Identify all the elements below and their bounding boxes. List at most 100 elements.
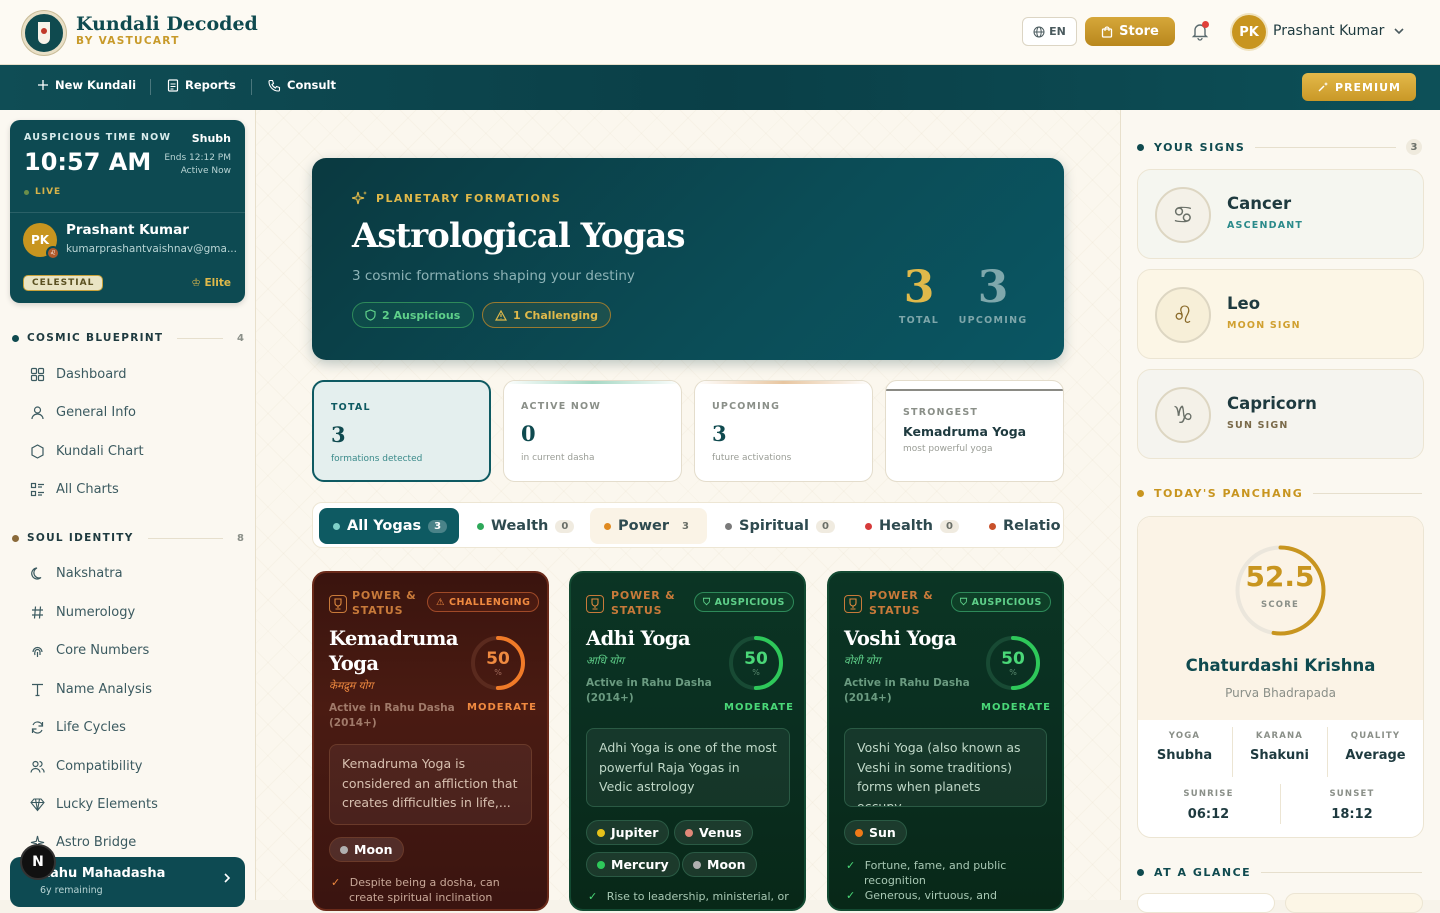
tab-relationship[interactable]: Relatio (975, 508, 1060, 544)
n-badge[interactable]: N (20, 844, 56, 880)
sidebar-item-lucky-elements[interactable]: Lucky Elements (30, 797, 158, 812)
grid-icon (30, 367, 45, 382)
store-button[interactable]: Store (1085, 17, 1175, 46)
auspicious-pill-label: 2 Auspicious (382, 308, 461, 322)
notifications-button[interactable] (1189, 20, 1211, 42)
phone-icon (268, 79, 281, 92)
yoga-value: Shubha (1156, 748, 1213, 763)
yoga-benefit: ✓ Generous, virtuous, and (846, 888, 1036, 903)
yoga-hindi-name: केमद्रुम योग (329, 680, 374, 692)
stat-label: TOTAL (331, 402, 371, 413)
profile-name: Prashant Kumar (66, 222, 189, 238)
tab-spiritual[interactable]: Spiritual 0 (711, 508, 847, 544)
warning-icon: ⚠ (436, 596, 446, 608)
logo[interactable] (22, 11, 66, 55)
premium-button[interactable]: PREMIUM (1302, 73, 1416, 101)
planet-dot (693, 860, 701, 869)
sidebar-item-label: Dashboard (56, 367, 127, 382)
goat-icon: ♑ (1155, 387, 1211, 443)
chevron-right-icon[interactable] (222, 872, 232, 888)
tab-health[interactable]: Health 0 (851, 508, 971, 544)
stat-card-total[interactable]: TOTAL 3 formations detected (312, 380, 491, 482)
yoga-active-line: (2014+) (329, 717, 377, 729)
user-avatar[interactable]: PK (1232, 15, 1266, 49)
yoga-benefit: ✓ Despite being a dosha, can create spiri… (331, 875, 500, 905)
planet-name: Moon (354, 842, 393, 857)
score-percent: % (752, 668, 760, 677)
chevron-down-icon[interactable] (1393, 25, 1405, 40)
planet-chip: Sun (844, 820, 907, 845)
stat-card-upcoming[interactable]: UPCOMING 3 future activations (694, 380, 873, 482)
section-soul-identity: SOUL IDENTITY 8 (12, 532, 244, 544)
challenging-pill-label: 1 Challenging (513, 308, 598, 322)
karana-value: Shakuni (1249, 748, 1309, 763)
glance-card[interactable] (1285, 893, 1423, 913)
profile-initials: PK (30, 233, 50, 247)
tab-dot (865, 522, 872, 530)
list-grid-icon (30, 482, 44, 497)
sidebar-item-compatibility[interactable]: Compatibility (30, 759, 143, 774)
sidebar-item-label: All Charts (56, 482, 119, 497)
badge-label: AUSPICIOUS (971, 596, 1042, 608)
check-icon: ✓ (588, 890, 601, 903)
sidebar-item-life-cycles[interactable]: Life Cycles (30, 720, 126, 735)
sign-card-ascendant[interactable]: ♋ Cancer ASCENDANT (1137, 169, 1424, 259)
sidebar-item-label: Kundali Chart (56, 444, 144, 459)
hero-eyebrow-label: PLANETARY FORMATIONS (376, 191, 562, 205)
tab-label: All Yogas (347, 518, 422, 534)
page-subtitle: 3 cosmic formations shaping your destiny (352, 268, 635, 284)
tab-dot (604, 522, 611, 530)
trophy-icon (329, 595, 347, 613)
sidebar-item-label: Compatibility (56, 759, 143, 774)
tab-wealth[interactable]: Wealth 0 (463, 508, 586, 544)
sidebar-item-kundali-chart[interactable]: Kundali Chart (30, 444, 144, 459)
stat-card-active[interactable]: ACTIVE NOW 0 in current dasha (503, 380, 682, 482)
glance-card[interactable] (1137, 893, 1275, 913)
yoga-category: POWER & STATUS (352, 588, 417, 618)
stat-accent (695, 381, 872, 384)
brand-name[interactable]: Kundali Decoded (76, 13, 258, 35)
sidebar-item-name-analysis[interactable]: Name Analysis (30, 682, 152, 697)
tab-all-yogas[interactable]: All Yogas 3 (319, 508, 460, 544)
sidebar-item-general-info[interactable]: General Info (30, 405, 136, 420)
section-title: SOUL IDENTITY (27, 532, 134, 544)
moon-icon (31, 567, 42, 580)
stat-value: 0 (521, 421, 536, 446)
profile-avatar[interactable]: PK ♌ (23, 223, 60, 260)
sidebar-item-label: Nakshatra (56, 566, 123, 581)
sidebar-item-all-charts[interactable]: All Charts (30, 482, 119, 497)
section-count: 3 (1406, 139, 1422, 155)
profile-email: kumarprashantvaishnav@gma... (66, 243, 237, 255)
section-line (177, 337, 224, 339)
live-dot (24, 189, 29, 195)
yoga-hindi-name: वोशी योग (844, 655, 881, 667)
language-button[interactable]: EN (1022, 17, 1077, 46)
warning-icon (495, 309, 507, 321)
sidebar-item-dashboard[interactable]: Dashboard (30, 367, 127, 382)
tab-dot (725, 522, 732, 530)
tab-power[interactable]: Power 3 (590, 508, 707, 544)
stat-card-strongest[interactable]: STRONGEST Kemadruma Yoga most powerful y… (885, 380, 1064, 482)
muhurta-name: Shubh (191, 132, 231, 145)
nav-new-kundali[interactable]: New Kundali (37, 78, 136, 92)
user-name[interactable]: Prashant Kumar (1273, 23, 1384, 39)
section-title: TODAY'S PANCHANG (1154, 487, 1304, 500)
section-dot (1137, 869, 1144, 876)
elite-link[interactable]: ♔ Elite (191, 277, 231, 289)
sidebar-item-nakshatra[interactable]: Nakshatra (30, 566, 123, 581)
sidebar-item-label: Astro Bridge (56, 835, 137, 850)
sign-card-sun[interactable]: ♑ Capricorn SUN SIGN (1137, 369, 1424, 459)
nav-reports[interactable]: Reports (167, 78, 236, 92)
hero-total-value: 3 (903, 262, 935, 313)
sidebar-item-numerology[interactable]: Numerology (30, 605, 135, 620)
sign-card-moon[interactable]: ♌ Leo MOON SIGN (1137, 269, 1424, 359)
stat-value: Kemadruma Yoga (903, 424, 1027, 439)
planet-chip: Jupiter (586, 820, 670, 845)
yoga-category-line: POWER & (869, 589, 934, 602)
sidebar-item-core-numbers[interactable]: Core Numbers (30, 643, 149, 658)
planet-chip: Mercury (586, 852, 680, 877)
nav-consult[interactable]: Consult (268, 78, 336, 92)
planet-name: Moon (707, 857, 746, 872)
sunset-value: 18:12 (1331, 807, 1373, 822)
check-icon: ✓ (331, 876, 344, 889)
